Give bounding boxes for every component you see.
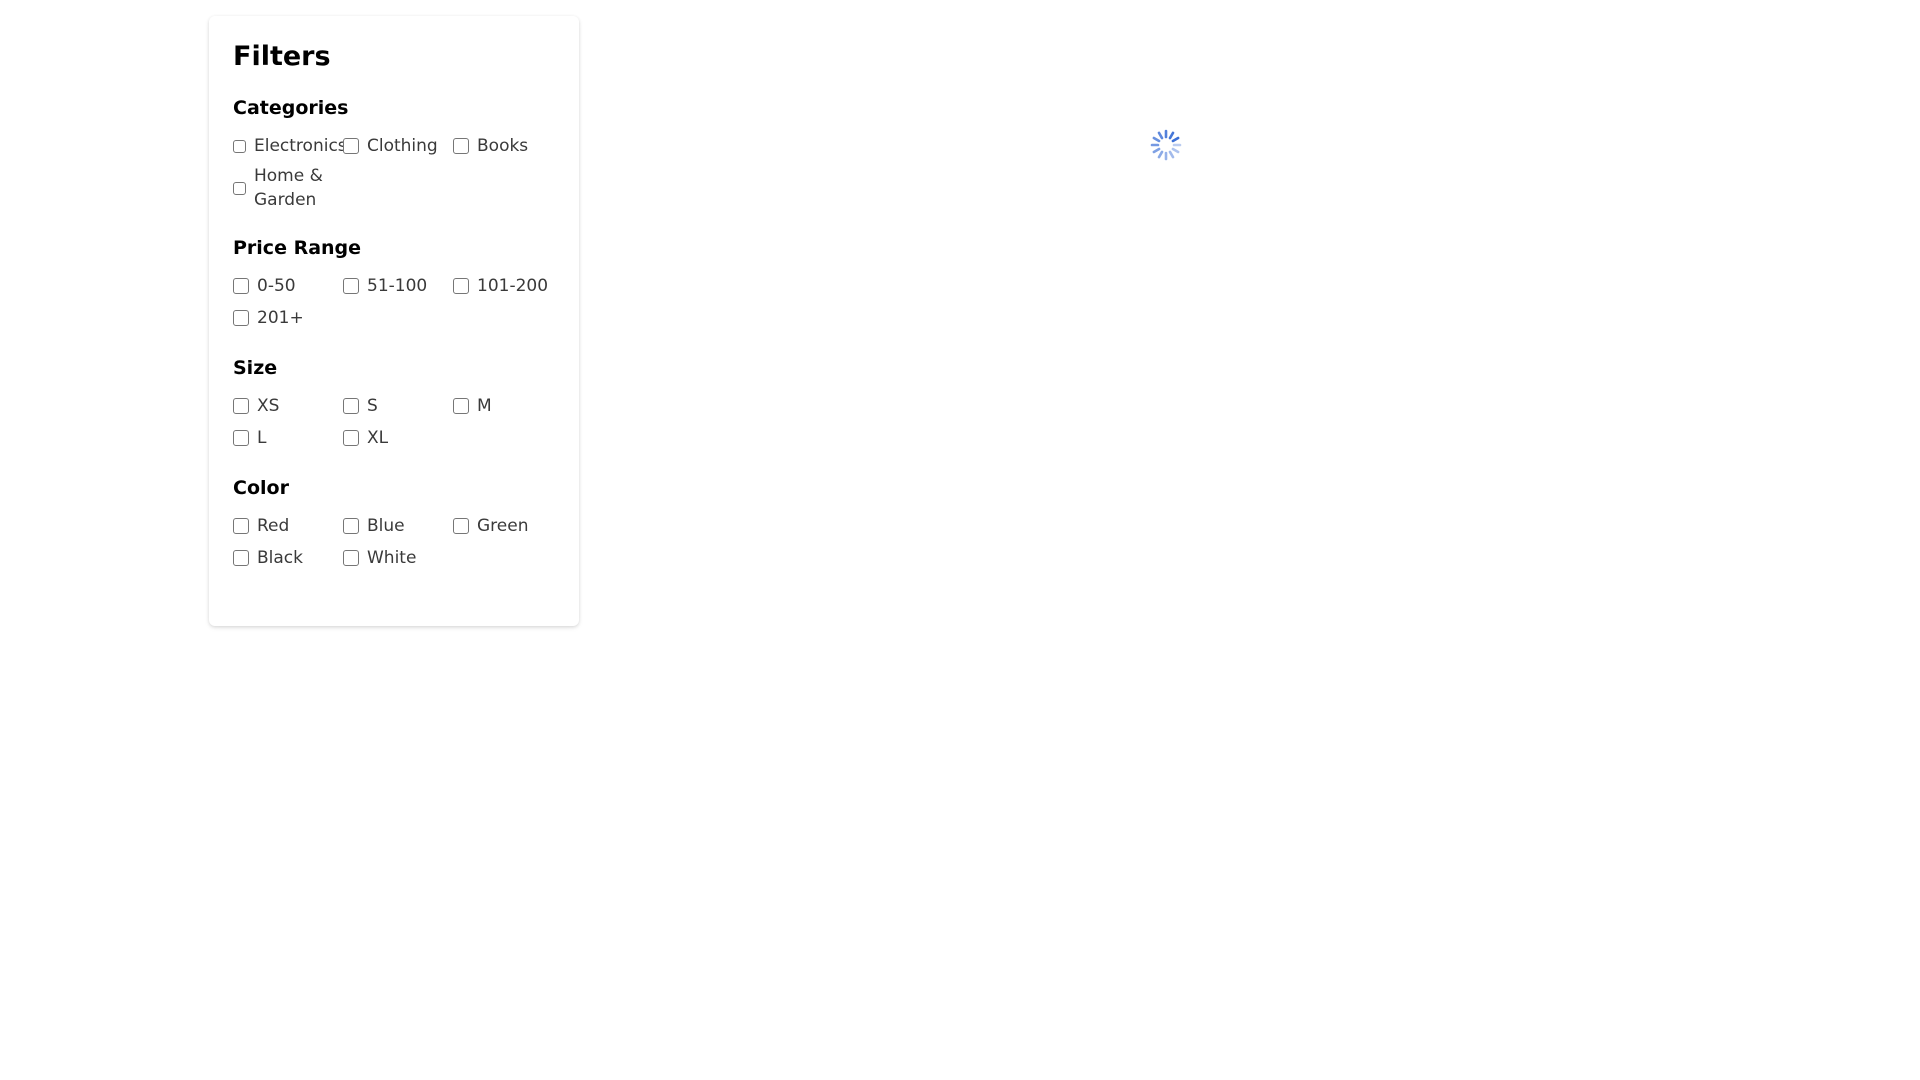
checkbox-color-blue[interactable] xyxy=(343,518,359,535)
checkbox-color-green[interactable] xyxy=(453,518,469,535)
option-label: Books xyxy=(477,136,529,157)
spinner-tick xyxy=(1152,147,1161,154)
option-label: 51-100 xyxy=(367,276,428,297)
filter-group-price-range: Price Range 0-50 51-100 101-200 201+ xyxy=(233,236,555,330)
checkbox-color-black[interactable] xyxy=(233,550,249,567)
spinner-icon xyxy=(1150,129,1182,161)
option-size-s[interactable]: S xyxy=(343,394,453,418)
filters-title: Filters xyxy=(233,41,331,72)
option-label: XL xyxy=(367,428,389,449)
option-label: M xyxy=(477,396,492,417)
option-label: L xyxy=(257,428,267,449)
checkbox-price-101-200[interactable] xyxy=(453,278,469,295)
option-clothing[interactable]: Clothing xyxy=(343,134,453,158)
checkbox-color-red[interactable] xyxy=(233,518,249,535)
option-label: Red xyxy=(257,516,290,537)
option-label: XS xyxy=(257,396,280,417)
option-price-201-plus[interactable]: 201+ xyxy=(233,306,343,330)
checkbox-size-l[interactable] xyxy=(233,430,249,447)
option-color-red[interactable]: Red xyxy=(233,514,343,538)
group-title-categories: Categories xyxy=(233,97,349,120)
spinner-tick xyxy=(1168,131,1175,140)
option-color-black[interactable]: Black xyxy=(233,546,343,570)
size-options: XS S M L XL xyxy=(233,394,555,450)
option-label: Electronics xyxy=(254,136,347,157)
color-options: Red Blue Green Black White xyxy=(233,514,555,570)
checkbox-size-m[interactable] xyxy=(453,398,469,415)
spinner-tick xyxy=(1157,131,1164,140)
option-label: S xyxy=(367,396,378,417)
option-size-xs[interactable]: XS xyxy=(233,394,343,418)
option-home-garden[interactable]: Home & Garden xyxy=(233,164,343,212)
checkbox-clothing[interactable] xyxy=(343,138,359,155)
option-label: White xyxy=(367,548,417,569)
option-books[interactable]: Books xyxy=(453,134,563,158)
spinner-tick xyxy=(1152,136,1161,143)
option-label: 201+ xyxy=(257,308,304,329)
option-color-green[interactable]: Green xyxy=(453,514,563,538)
spinner-tick xyxy=(1171,147,1180,154)
option-label: 0-50 xyxy=(257,276,296,297)
checkbox-size-xs[interactable] xyxy=(233,398,249,415)
categories-options: Electronics Clothing Books Home & Garden xyxy=(233,134,555,212)
spinner-tick xyxy=(1157,150,1164,159)
checkbox-home-garden[interactable] xyxy=(233,181,246,195)
option-label: 101-200 xyxy=(477,276,549,297)
spinner-tick xyxy=(1171,136,1180,143)
option-label: Green xyxy=(477,516,529,537)
checkbox-color-white[interactable] xyxy=(343,550,359,567)
spinner-tick xyxy=(1168,150,1175,159)
price-range-options: 0-50 51-100 101-200 201+ xyxy=(233,274,555,330)
option-label: Home & Garden xyxy=(254,166,323,211)
page: Filters Categories Electronics Clothing … xyxy=(0,0,1920,1080)
checkbox-price-51-100[interactable] xyxy=(343,278,359,295)
group-title-price-range: Price Range xyxy=(233,237,362,260)
option-label: Blue xyxy=(367,516,405,537)
filters-panel: Filters Categories Electronics Clothing … xyxy=(209,16,579,626)
option-size-xl[interactable]: XL xyxy=(343,426,453,450)
checkbox-books[interactable] xyxy=(453,138,469,155)
option-size-m[interactable]: M xyxy=(453,394,563,418)
filter-group-color: Color Red Blue Green Black White xyxy=(233,476,555,570)
checkbox-price-201-plus[interactable] xyxy=(233,310,249,327)
loading-spinner xyxy=(1150,129,1182,161)
option-label: Black xyxy=(257,548,303,569)
option-price-0-50[interactable]: 0-50 xyxy=(233,274,343,298)
option-price-101-200[interactable]: 101-200 xyxy=(453,274,563,298)
option-color-blue[interactable]: Blue xyxy=(343,514,453,538)
group-title-color: Color xyxy=(233,477,289,500)
group-title-size: Size xyxy=(233,357,278,380)
checkbox-price-0-50[interactable] xyxy=(233,278,249,295)
filter-group-categories: Categories Electronics Clothing Books Ho… xyxy=(233,96,555,212)
checkbox-size-s[interactable] xyxy=(343,398,359,415)
checkbox-size-xl[interactable] xyxy=(343,430,359,447)
checkbox-electronics[interactable] xyxy=(233,139,246,153)
filter-group-size: Size XS S M L XL xyxy=(233,356,555,450)
option-price-51-100[interactable]: 51-100 xyxy=(343,274,453,298)
option-electronics[interactable]: Electronics xyxy=(233,134,347,158)
option-color-white[interactable]: White xyxy=(343,546,453,570)
option-size-l[interactable]: L xyxy=(233,426,343,450)
option-label: Clothing xyxy=(367,136,438,157)
